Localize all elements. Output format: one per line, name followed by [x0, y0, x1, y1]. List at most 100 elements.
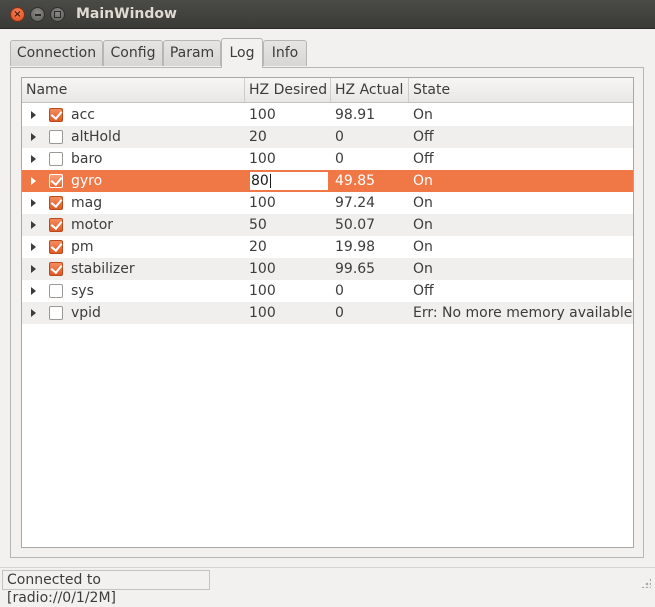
log-enable-checkbox[interactable] — [49, 306, 63, 320]
table-header: Name HZ Desired HZ Actual State — [22, 78, 633, 103]
table-row[interactable]: mag 100 97.24 On — [22, 192, 633, 214]
table-row[interactable]: gyro 80 ▲ ▼ 49.85 On — [22, 170, 633, 192]
checkmark-icon — [50, 217, 63, 231]
row-name: stabilizer — [71, 261, 135, 277]
checkmark-icon — [50, 195, 63, 209]
tab-config[interactable]: Config — [103, 40, 163, 66]
tab-connection[interactable]: Connection — [10, 40, 103, 66]
hz-actual-cell: 50.07 — [335, 217, 376, 233]
expand-arrow-icon[interactable] — [31, 177, 36, 185]
checkmark-icon — [50, 261, 63, 275]
table-row[interactable]: motor 50 50.07 On — [22, 214, 633, 236]
hz-actual-cell: 0 — [335, 129, 344, 145]
row-name: vpid — [71, 305, 101, 321]
state-cell: On — [413, 107, 433, 123]
table-row[interactable]: pm 20 19.98 On — [22, 236, 633, 258]
tab-log[interactable]: Log — [221, 38, 263, 68]
hz-desired-cell[interactable]: 100 — [249, 192, 276, 214]
hz-desired-value: 80 — [251, 173, 269, 189]
table-row[interactable]: baro 100 0 Off — [22, 148, 633, 170]
tab-info[interactable]: Info — [263, 40, 307, 66]
column-header-name[interactable]: Name — [22, 78, 245, 102]
state-cell: On — [413, 261, 433, 277]
window-title: MainWindow — [76, 6, 177, 22]
column-header-hz-actual[interactable]: HZ Actual — [331, 78, 409, 102]
log-tree-view[interactable]: Name HZ Desired HZ Actual State acc 100 98… — [21, 77, 634, 548]
expand-arrow-icon[interactable] — [31, 111, 36, 119]
row-name: motor — [71, 217, 114, 233]
expand-arrow-icon[interactable] — [31, 199, 36, 207]
table-row[interactable]: stabilizer 100 99.65 On — [22, 258, 633, 280]
hz-actual-cell: 98.91 — [335, 107, 376, 123]
status-bar: Connected to [radio://0/1/2M] — [0, 567, 655, 606]
table-row[interactable]: vpid 100 0 Err: No more memory available — [22, 302, 633, 324]
expand-arrow-icon[interactable] — [31, 265, 36, 273]
hz-desired-spinbox[interactable]: 80 — [249, 171, 329, 191]
hz-actual-cell: 19.98 — [335, 239, 376, 255]
hz-actual-cell: 49.85 — [335, 173, 376, 189]
state-cell: On — [413, 173, 433, 189]
hz-desired-cell[interactable]: 100 — [249, 104, 276, 126]
spin-down-icon[interactable]: ▼ — [321, 181, 329, 189]
hz-desired-cell[interactable]: 100 — [249, 280, 276, 302]
resize-grip-icon[interactable] — [641, 578, 651, 588]
hz-actual-cell: 0 — [335, 305, 344, 321]
row-name: acc — [71, 107, 95, 123]
state-cell: On — [413, 239, 433, 255]
log-enable-checkbox[interactable] — [49, 239, 63, 254]
spin-buttons: ▲ ▼ — [321, 173, 329, 189]
checkmark-icon — [50, 173, 63, 187]
maximize-window-button[interactable] — [50, 7, 65, 22]
expand-arrow-icon[interactable] — [31, 221, 36, 229]
hz-actual-cell: 99.65 — [335, 261, 376, 277]
minimize-icon — [35, 14, 41, 16]
column-header-state[interactable]: State — [409, 78, 633, 102]
close-window-button[interactable]: × — [10, 7, 25, 22]
row-name: gyro — [71, 173, 103, 189]
checkmark-icon — [50, 239, 63, 253]
close-icon: × — [13, 9, 22, 20]
log-enable-checkbox[interactable] — [49, 217, 63, 232]
log-enable-checkbox[interactable] — [49, 173, 63, 188]
checkmark-icon — [50, 107, 63, 121]
log-enable-checkbox[interactable] — [49, 130, 63, 144]
state-cell: On — [413, 217, 433, 233]
state-cell: Off — [413, 283, 434, 299]
state-cell: Off — [413, 151, 434, 167]
row-name: altHold — [71, 129, 121, 145]
expand-arrow-icon[interactable] — [31, 243, 36, 251]
tab-param[interactable]: Param — [163, 40, 221, 66]
hz-desired-cell[interactable]: 50 — [249, 214, 267, 236]
maximize-icon — [54, 11, 61, 18]
log-enable-checkbox[interactable] — [49, 195, 63, 210]
row-name: baro — [71, 151, 103, 167]
hz-desired-cell[interactable]: 20 — [249, 236, 267, 258]
hz-desired-cell[interactable]: 100 — [249, 148, 276, 170]
row-name: pm — [71, 239, 94, 255]
status-message: Connected to [radio://0/1/2M] — [2, 570, 210, 606]
log-enable-checkbox[interactable] — [49, 261, 63, 276]
log-enable-checkbox[interactable] — [49, 152, 63, 166]
log-enable-checkbox[interactable] — [49, 107, 63, 122]
row-name: mag — [71, 195, 103, 211]
hz-actual-cell: 0 — [335, 151, 344, 167]
table-row[interactable]: acc 100 98.91 On — [22, 104, 633, 126]
table-row[interactable]: altHold 20 0 Off — [22, 126, 633, 148]
state-cell: Err: No more memory available — [413, 305, 633, 321]
expand-arrow-icon[interactable] — [31, 133, 36, 141]
minimize-window-button[interactable] — [30, 7, 45, 22]
expand-arrow-icon[interactable] — [31, 287, 36, 295]
hz-actual-cell: 0 — [335, 283, 344, 299]
column-header-hz-desired[interactable]: HZ Desired — [245, 78, 331, 102]
hz-actual-cell: 97.24 — [335, 195, 376, 211]
expand-arrow-icon[interactable] — [31, 309, 36, 317]
table-row[interactable]: sys 100 0 Off — [22, 280, 633, 302]
hz-desired-cell[interactable]: 100 — [249, 302, 276, 324]
log-enable-checkbox[interactable] — [49, 284, 63, 298]
row-name: sys — [71, 283, 94, 299]
hz-desired-cell[interactable]: 20 — [249, 126, 267, 148]
text-caret — [269, 174, 271, 188]
spin-up-icon[interactable]: ▲ — [321, 173, 329, 181]
expand-arrow-icon[interactable] — [31, 155, 36, 163]
hz-desired-cell[interactable]: 100 — [249, 258, 276, 280]
